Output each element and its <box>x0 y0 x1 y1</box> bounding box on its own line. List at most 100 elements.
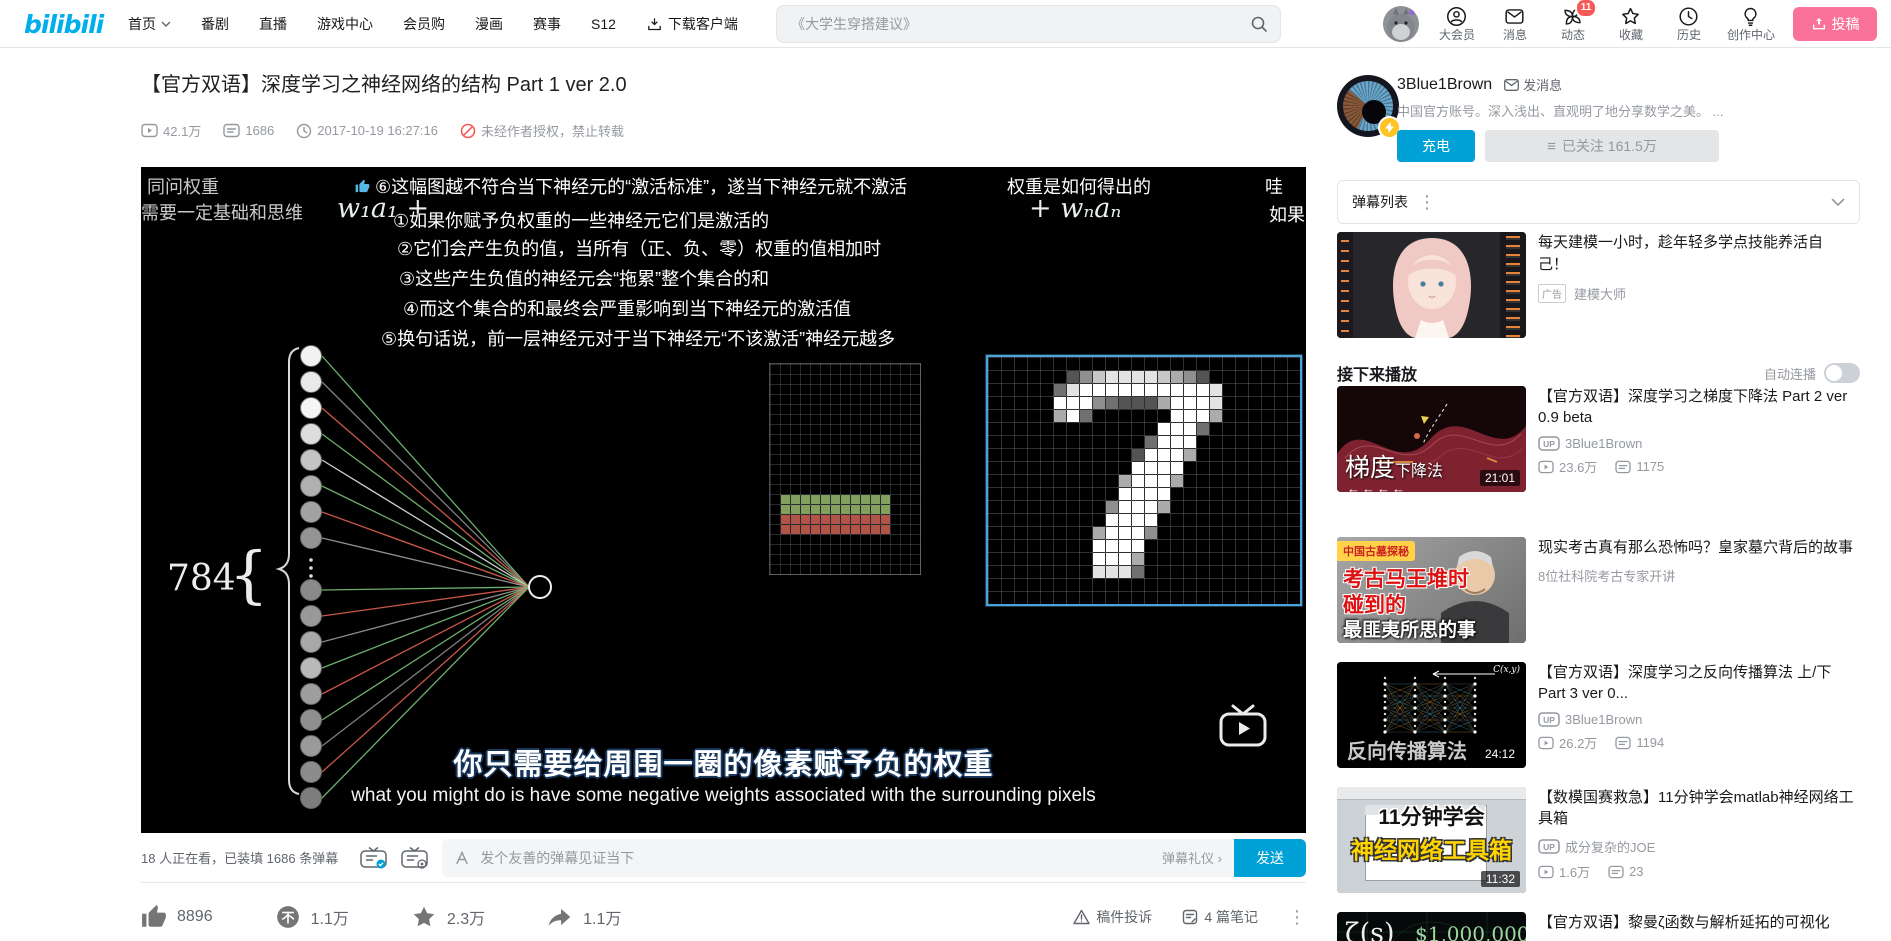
charge-button[interactable]: 充电 <box>1397 130 1475 162</box>
related-thumbnail[interactable]: ζ(s) $1,000,000 <box>1337 912 1526 941</box>
related-title[interactable]: 【官方双语】黎曼ζ函数与解析延拓的可视化 <box>1538 912 1860 933</box>
notes-button[interactable]: 4 篇笔记 <box>1182 907 1258 927</box>
nav-item-5[interactable]: 会员购 <box>403 14 445 34</box>
like-button[interactable]: 8896 <box>141 904 213 930</box>
autoplay-toggle[interactable] <box>1824 363 1860 383</box>
share-button[interactable]: 1.1万 <box>547 904 621 930</box>
danmaku-list-title: 弹幕列表 <box>1352 194 1408 210</box>
ad-card[interactable]: 每天建模一小时，趁年轻多学点技能养活自己！ 广告 建模大师 <box>1337 232 1860 338</box>
favorite-button[interactable]: 2.3万 <box>411 904 485 930</box>
related-video-item[interactable]: 梯度下降法 ←←←← 21:01 【官方双语】深度学习之梯度下降法 Part 2 … <box>1337 386 1860 492</box>
report-button[interactable]: 稿件投诉 <box>1073 907 1152 927</box>
video-action-bar: 8896 不 1.1万 2.3万 1.1万 稿件投诉 4 篇笔记 ⋮ <box>141 893 1306 941</box>
search-box <box>776 5 1281 43</box>
svg-text:{: { <box>229 538 268 611</box>
coin-button[interactable]: 不 1.1万 <box>275 904 349 930</box>
bilibili-video-page: bilibili 首页 番剧 直播 游戏中心 会员购 漫画 赛事 S12 下载客户端 大会员 消息… <box>0 0 1891 941</box>
ad-thumbnail[interactable] <box>1337 232 1526 338</box>
nav-shortcut-label: 创作中心 <box>1726 28 1775 42</box>
svg-text:UP: UP <box>1543 715 1555 725</box>
coin-icon: 不 <box>275 904 301 930</box>
user-avatar[interactable] <box>1382 6 1419 42</box>
related-thumbnail[interactable]: C(x,y) 反向传播算法 24:12 <box>1337 662 1526 768</box>
subtitle-chinese: 你只需要给周围一圈的像素赋予负的权重 <box>453 749 994 781</box>
uploader-row[interactable]: UP 3Blue1Brown <box>1538 712 1860 727</box>
nav-shortcut-dynamic[interactable]: 动态 11 <box>1553 0 1597 44</box>
more-options-button[interactable]: ⋮ <box>1288 908 1306 926</box>
danmaku-comment: ①如果你赋予负权重的一些神经元它们是激活的 <box>393 211 770 231</box>
subtitle-english: what you might do is have some negative … <box>351 785 1096 806</box>
font-style-icon[interactable] <box>454 850 470 866</box>
uploader-info: 3Blue1Brown 发消息 中国官方账号。深入浅出、直观明了地分享数学之美。… <box>1397 75 1860 162</box>
star-icon <box>411 904 437 930</box>
video-player[interactable]: 784{ 同问权重 需要一定基础和思维 ⑥这幅图越不符合当下神经元的“激活标准”，遂… <box>141 167 1306 833</box>
svg-text:bilibili: bilibili <box>24 10 105 39</box>
related-title[interactable]: 现实考古真有那么恐怖吗？皇家墓穴背后的故事 <box>1538 537 1860 558</box>
uploader-row[interactable]: UP 3Blue1Brown <box>1538 436 1860 451</box>
upload-button[interactable]: 投稿 <box>1793 7 1877 41</box>
chevron-down-icon[interactable] <box>1831 198 1845 207</box>
nav-item-8[interactable]: S12 <box>591 16 616 32</box>
danmaku-toggle-icon[interactable] <box>360 846 387 869</box>
notification-badge: 11 <box>1574 0 1597 18</box>
nav-item-1[interactable]: 首页 <box>128 14 171 34</box>
bilibili-logo[interactable]: bilibili <box>24 9 112 39</box>
danmaku-settings-icon[interactable] <box>401 846 428 869</box>
related-title[interactable]: 【数模国赛救急】11分钟学会matlab神经网络工具箱 <box>1538 787 1860 829</box>
danmaku-list-more-icon[interactable]: ⋮ <box>1418 193 1436 211</box>
nav-item-2[interactable]: 番剧 <box>201 14 229 34</box>
nav-shortcut-message[interactable]: 消息 <box>1495 0 1535 44</box>
related-video-item[interactable]: C(x,y) 反向传播算法 24:12 【官方双语】深度学习之反向传播算法 上/下… <box>1337 662 1860 768</box>
related-video-item[interactable]: ζ(s) $1,000,000 【官方双语】黎曼ζ函数与解析延拓的可视化 <box>1337 912 1860 941</box>
svg-text:784: 784 <box>167 558 236 599</box>
related-title[interactable]: 【官方双语】深度学习之梯度下降法 Part 2 ver 0.9 beta <box>1538 386 1860 428</box>
danmaku-input[interactable] <box>478 848 1153 867</box>
digit-seven-grid <box>986 355 1302 606</box>
bilibili-logo-icon: bilibili <box>24 10 106 39</box>
danmaku-comment: ③这些产生负值的神经元会“拖累”整个集合的和 <box>399 269 770 289</box>
followed-button[interactable]: ≡ 已关注 161.5万 <box>1485 130 1719 162</box>
send-danmaku-button[interactable]: 发送 <box>1234 838 1306 877</box>
upload-icon <box>1812 18 1825 30</box>
related-video-item[interactable]: 中国古墓探秘 考古马王堆时 碰到的 最匪夷所思的事 现实考古真有那么恐怖吗？皇家… <box>1337 537 1860 643</box>
nav-shortcut-favorite[interactable]: 收藏 <box>1611 0 1651 44</box>
send-message-link[interactable]: 发消息 <box>1504 75 1562 94</box>
nav-shortcut-vip[interactable]: 大会员 <box>1437 0 1477 44</box>
nav-item-9[interactable]: 下载客户端 <box>646 14 738 34</box>
related-thumbnail[interactable]: 11分钟学会 神经网络工具箱 11:32 <box>1337 787 1526 893</box>
duration-badge: 24:12 <box>1479 746 1520 762</box>
related-stats: 1.6万 23 <box>1538 862 1860 881</box>
uploader-name[interactable]: 3Blue1Brown <box>1397 76 1492 94</box>
favorite-count: 2.3万 <box>446 911 486 928</box>
danmaku-etiquette-link[interactable]: 弹幕礼仪 › <box>1162 848 1222 867</box>
nav-shortcut-history[interactable]: 历史 <box>1669 0 1709 44</box>
ad-title[interactable]: 每天建模一小时，趁年轻多学点技能养活自己！ <box>1538 232 1848 276</box>
view-count: 42.1万 <box>141 121 201 140</box>
search-icon[interactable] <box>1250 15 1268 33</box>
search-input[interactable] <box>777 16 1250 32</box>
danmaku-list-panel[interactable]: 弹幕列表 ⋮ <box>1337 180 1860 224</box>
related-video-item[interactable]: 11分钟学会 神经网络工具箱 11:32 【数模国赛救急】11分钟学会matlab… <box>1337 787 1860 893</box>
nav-item-6[interactable]: 漫画 <box>475 14 503 34</box>
nav-item-7[interactable]: 赛事 <box>533 14 561 34</box>
advertiser-name[interactable]: 建模大师 <box>1574 284 1626 303</box>
nav-item-3[interactable]: 直播 <box>259 14 287 34</box>
nav-item-4[interactable]: 游戏中心 <box>317 14 373 34</box>
uploader-avatar[interactable] <box>1337 75 1401 139</box>
related-thumbnail[interactable]: 梯度下降法 ←←←← 21:01 <box>1337 386 1526 492</box>
related-stats: 23.6万 1175 <box>1538 457 1860 476</box>
nav-shortcut-label: 动态 <box>1560 28 1585 42</box>
nav-shortcut-label: 收藏 <box>1618 28 1643 42</box>
nav-shortcut-creative[interactable]: 创作中心 <box>1727 0 1775 44</box>
related-subtitle: 8位社科院考古专家开讲 <box>1538 569 1676 584</box>
svg-text:UP: UP <box>1543 842 1555 852</box>
warning-icon <box>1073 909 1091 925</box>
uploader-row[interactable]: UP 成分复杂的JOE <box>1538 837 1860 856</box>
danmaku-comment: ②它们会产生负的值，当所有（正、负、零）权重的值相加时 <box>397 239 882 259</box>
danmaku-comment: ⑤换句话说，前一层神经元对于当下神经元“不该激活”神经元越多 <box>381 329 896 349</box>
related-stats: 26.2万 1194 <box>1538 733 1860 752</box>
related-title[interactable]: 【官方双语】深度学习之反向传播算法 上/下 Part 3 ver 0... <box>1538 662 1860 704</box>
related-thumbnail[interactable]: 中国古墓探秘 考古马王堆时 碰到的 最匪夷所思的事 <box>1337 537 1526 643</box>
uploader-description: 中国官方账号。深入浅出、直观明了地分享数学之美。 ... <box>1397 104 1724 119</box>
player-watermark-icon <box>1219 703 1267 749</box>
